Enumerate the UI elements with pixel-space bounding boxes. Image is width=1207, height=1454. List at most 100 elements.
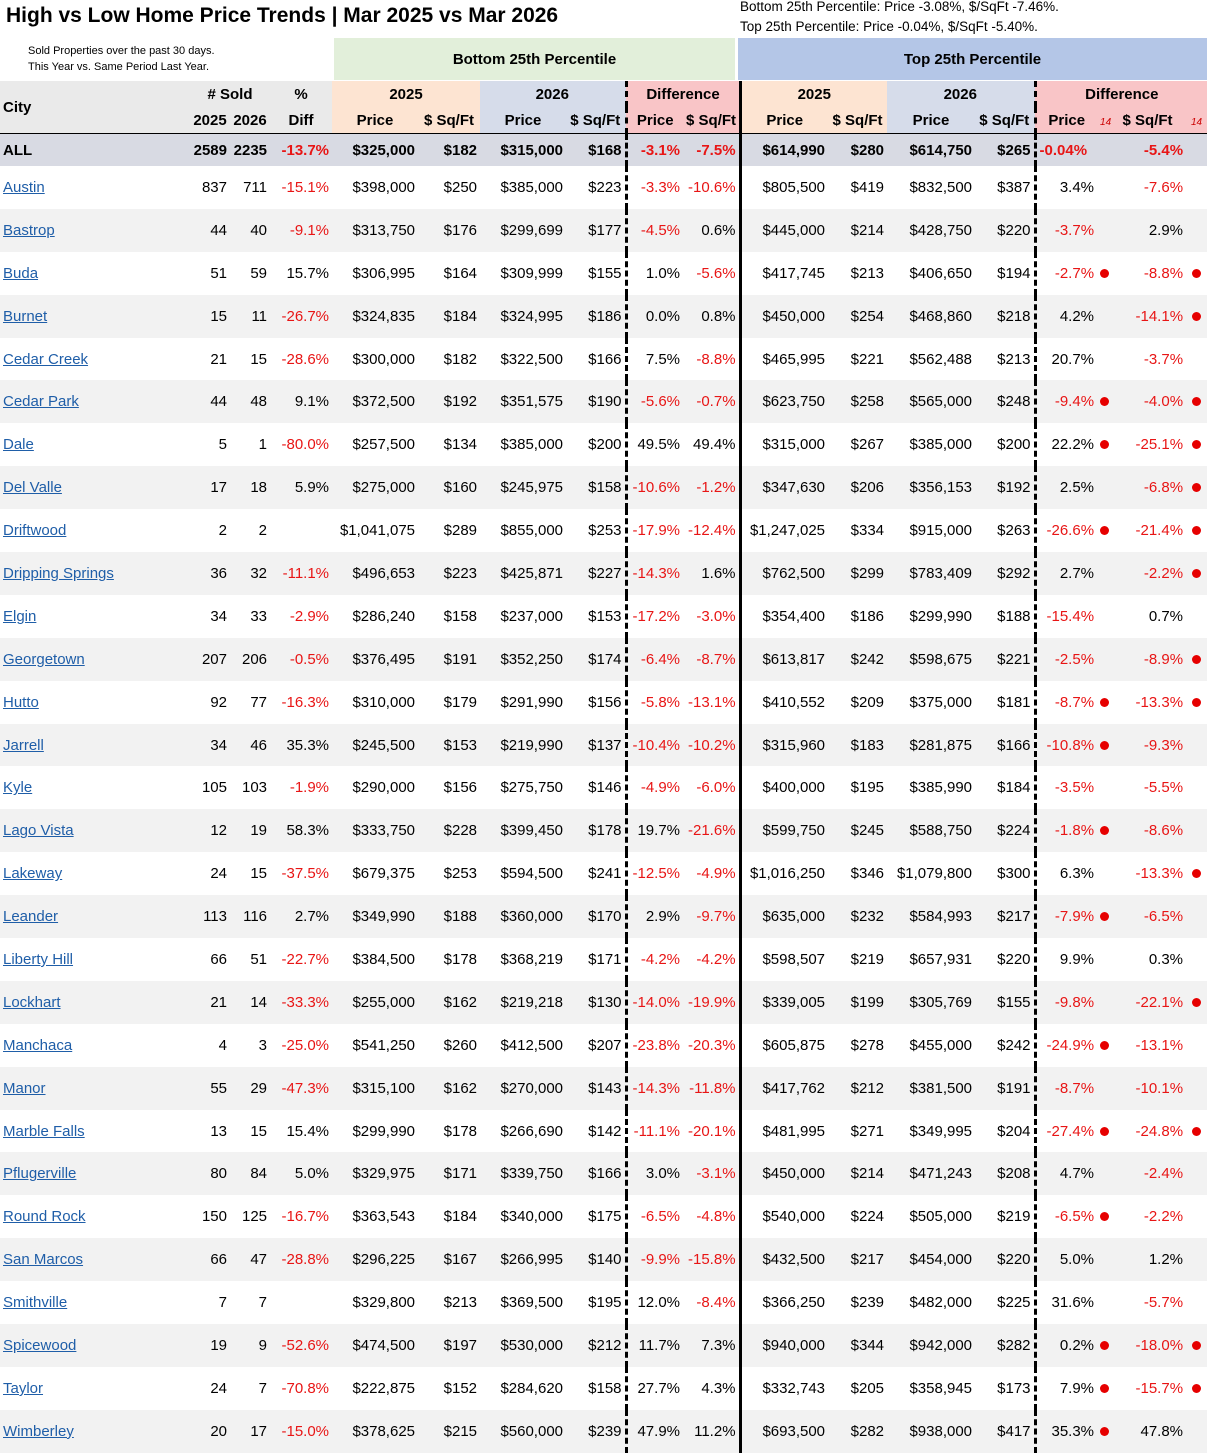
cell-sold-2025: 7 bbox=[218, 1294, 227, 1312]
cell-top-diff-price-flag bbox=[1097, 980, 1110, 1024]
cell-city: Round Rock bbox=[0, 1195, 190, 1238]
cell-top-2026-sqft: $194 bbox=[997, 264, 1031, 282]
header-top-diff-sqft-flag: 14 bbox=[1186, 107, 1207, 134]
cell-bottom-2025-sqft: $253 bbox=[443, 865, 478, 883]
red-flag-dot-icon bbox=[1100, 1040, 1110, 1050]
cell-top-diff-price: 4.7% bbox=[1033, 1152, 1098, 1196]
city-link[interactable]: Jarrell bbox=[3, 737, 44, 754]
cell-bottom-2026-price: $360,000 bbox=[480, 895, 567, 939]
city-link[interactable]: Driftwood bbox=[3, 522, 66, 539]
city-link[interactable]: Liberty Hill bbox=[3, 951, 73, 968]
city-link[interactable]: Elgin bbox=[3, 608, 36, 625]
cell-top-2025-sqft: $299 bbox=[828, 552, 888, 595]
cell-pct-diff: -13.7% bbox=[270, 133, 333, 166]
city-link[interactable]: Lakeway bbox=[3, 865, 62, 882]
cell-top-diff-price: 5.0% bbox=[1033, 1238, 1098, 1282]
cell-top-diff-price-flag bbox=[1097, 338, 1109, 381]
cell-bottom-2026-sqft: $137 bbox=[566, 723, 627, 767]
cell-bottom-diff-sqft: -19.9% bbox=[683, 980, 741, 1024]
red-flag-dot-icon bbox=[1100, 1383, 1110, 1393]
cell-pct-diff: -22.7% bbox=[281, 950, 330, 968]
cell-bottom-diff-sqft: -8.7% bbox=[683, 637, 741, 681]
city-link[interactable]: Round Rock bbox=[3, 1208, 86, 1225]
cell-bottom-diff-sqft: -1.2% bbox=[683, 466, 741, 510]
city-link[interactable]: San Marcos bbox=[3, 1251, 83, 1268]
city-link[interactable]: Spicewood bbox=[3, 1337, 76, 1354]
cell-bottom-2025-price: $474,500 bbox=[332, 1324, 419, 1367]
cell-top-diff-price: 2.7% bbox=[1033, 552, 1098, 595]
cell-bottom-2025-sqft: $191 bbox=[418, 637, 481, 681]
cell-bottom-2025-price: $376,495 bbox=[332, 637, 419, 681]
city-link[interactable]: Smithville bbox=[3, 1294, 67, 1311]
city-link[interactable]: Lago Vista bbox=[3, 822, 74, 839]
cell-sold-2025: 34 bbox=[210, 607, 227, 625]
cell-bottom-2026-sqft: $175 bbox=[588, 1208, 622, 1226]
city-link[interactable]: Lockhart bbox=[3, 994, 61, 1011]
table-row: Liberty Hill 66 51 -22.7% $384,500 $178 $368,2… bbox=[0, 938, 1207, 981]
cell-top-2025-sqft: $280 bbox=[828, 133, 888, 166]
cell-top-2026-price: $588,750 bbox=[887, 809, 976, 853]
cell-top-2025-sqft: $195 bbox=[850, 779, 885, 797]
city-link[interactable]: Kyle bbox=[3, 779, 32, 796]
city-link[interactable]: Taylor bbox=[3, 1380, 43, 1397]
table-row: Buda 51 59 15.7% $306,995 $164 $309,999 $155 1.0… bbox=[0, 251, 1207, 295]
city-link[interactable]: Buda bbox=[3, 265, 38, 282]
table-row: Elgin 34 33 -2.9% $286,240 $158 $237,000 $153 -1… bbox=[0, 594, 1207, 638]
cell-top-2025-sqft: $217 bbox=[828, 1238, 888, 1282]
cell-bottom-diff-sqft: -10.6% bbox=[688, 178, 736, 196]
city-link[interactable]: Georgetown bbox=[3, 651, 85, 668]
city-link[interactable]: Bastrop bbox=[3, 222, 55, 239]
cell-top-diff-price-flag bbox=[1097, 1367, 1110, 1410]
cell-bottom-2026-sqft: $130 bbox=[566, 980, 627, 1024]
cell-bottom-2025-price: $299,990 bbox=[352, 1122, 416, 1140]
city-link[interactable]: Manor bbox=[3, 1080, 46, 1097]
cell-bottom-diff-price: -6.4% bbox=[624, 637, 684, 681]
cell-top-2025-sqft: $239 bbox=[850, 1294, 885, 1312]
cell-top-2026-price: $375,000 bbox=[909, 693, 973, 711]
cell-top-2026-sqft: $181 bbox=[997, 693, 1031, 711]
city-link[interactable]: Burnet bbox=[3, 308, 47, 325]
cell-sold-2026: 206 bbox=[230, 637, 271, 681]
header-bottom-2026: 2026 bbox=[480, 81, 627, 107]
cell-city: Lockhart bbox=[0, 980, 190, 1024]
table-row: Jarrell 34 46 35.3% $245,500 $153 $219,990 $137… bbox=[0, 723, 1207, 767]
cell-bottom-2025-sqft: $179 bbox=[443, 693, 478, 711]
city-link[interactable]: Dripping Springs bbox=[3, 565, 114, 582]
city-link[interactable]: Del Valle bbox=[3, 479, 62, 496]
cell-city: Kyle bbox=[0, 766, 190, 809]
cell-city: Elgin bbox=[0, 595, 190, 638]
cell-top-diff-price: -26.6% bbox=[1033, 509, 1098, 553]
cell-bottom-diff-price: -14.0% bbox=[624, 980, 684, 1024]
city-link[interactable]: Dale bbox=[3, 436, 34, 453]
city-link[interactable]: Cedar Park bbox=[3, 393, 79, 410]
city-link[interactable]: Manchaca bbox=[3, 1037, 72, 1054]
city-link[interactable]: Pflugerville bbox=[3, 1165, 76, 1182]
header-top-2026-sqft: $ Sq/Ft bbox=[975, 107, 1036, 134]
cell-pct-diff: -0.5% bbox=[270, 637, 333, 681]
table-row: Smithville 7 7 $329,800 $213 $369,500 $195 12.0… bbox=[0, 1281, 1207, 1325]
cell-top-2025-sqft: $224 bbox=[850, 1208, 885, 1226]
cell-top-diff-price: -6.5% bbox=[1033, 1195, 1098, 1239]
cell-sold-2026: 9 bbox=[230, 1324, 271, 1367]
cell-sold-2025: 13 bbox=[210, 1122, 227, 1140]
city-link[interactable]: Wimberley bbox=[3, 1423, 74, 1440]
cell-pct-diff: 5.9% bbox=[270, 466, 333, 510]
cell-top-diff-sqft-flag bbox=[1186, 1409, 1207, 1453]
header-top-diff-sqft: $ Sq/Ft bbox=[1109, 107, 1187, 134]
city-link[interactable]: Cedar Creek bbox=[3, 351, 88, 368]
city-link[interactable]: Hutto bbox=[3, 694, 39, 711]
cell-top-2026-sqft: $300 bbox=[997, 865, 1031, 883]
city-link[interactable]: Leander bbox=[3, 908, 58, 925]
cell-top-2025-sqft: $232 bbox=[828, 895, 888, 939]
cell-top-2026-sqft: $220 bbox=[975, 1238, 1036, 1282]
cell-bottom-diff-price: -5.6% bbox=[624, 380, 684, 424]
cell-top-diff-sqft-flag bbox=[1186, 852, 1207, 895]
cell-top-diff-price: 35.3% bbox=[1033, 1409, 1098, 1453]
cell-top-diff-price-flag bbox=[1097, 466, 1110, 510]
city-link[interactable]: Austin bbox=[3, 179, 45, 196]
cell-city: Liberty Hill bbox=[0, 938, 190, 981]
cell-sold-2026: 32 bbox=[230, 552, 271, 595]
city-link[interactable]: Marble Falls bbox=[3, 1123, 85, 1140]
cell-bottom-diff-price: -6.5% bbox=[624, 1195, 684, 1239]
cell-sold-2025: 105 bbox=[201, 779, 227, 797]
